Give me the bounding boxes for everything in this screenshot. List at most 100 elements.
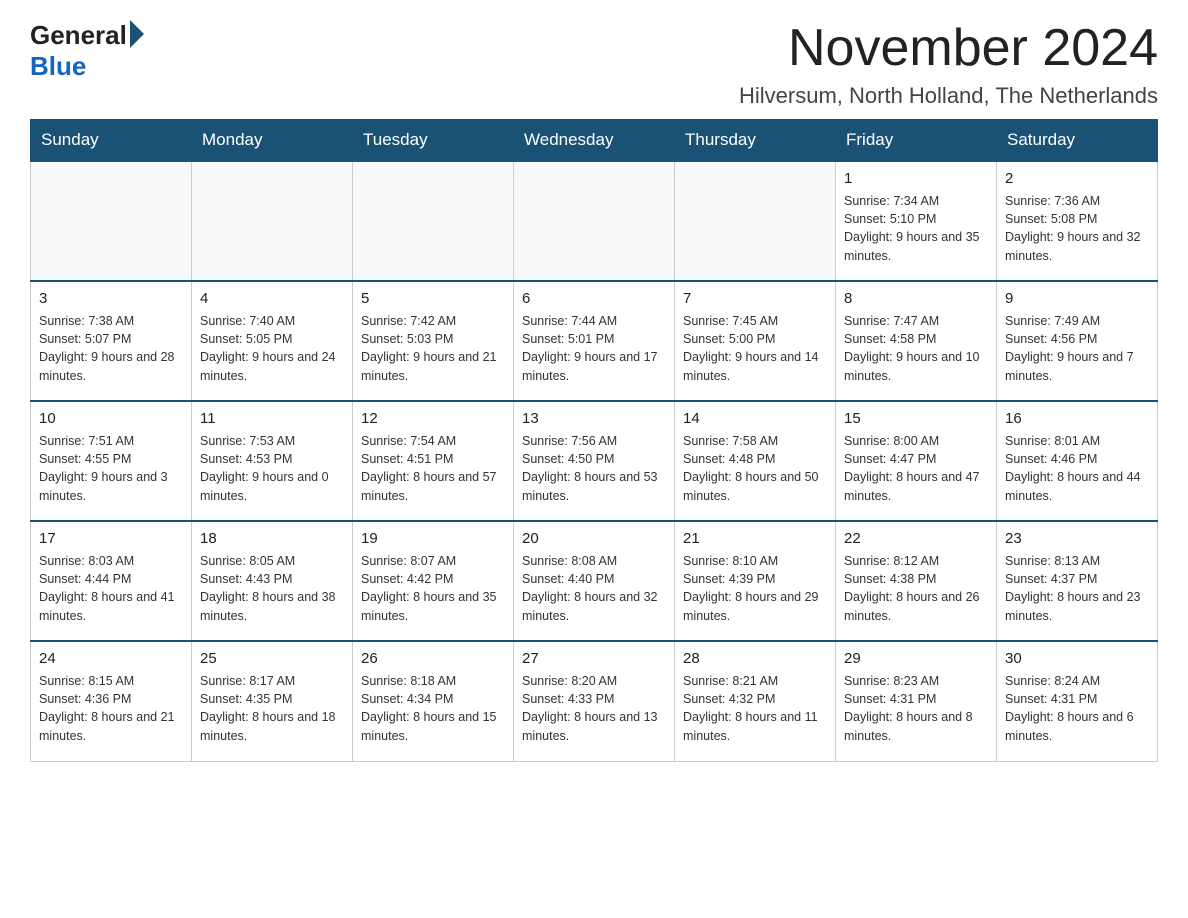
calendar-cell: 26 Sunrise: 8:18 AM Sunset: 4:34 PM Dayli… <box>353 641 514 761</box>
header: General Blue November 2024 Hilversum, No… <box>30 20 1158 109</box>
calendar-week-row: 17 Sunrise: 8:03 AM Sunset: 4:44 PM Dayli… <box>31 521 1158 641</box>
weekday-header-friday: Friday <box>836 120 997 162</box>
calendar-cell: 8 Sunrise: 7:47 AM Sunset: 4:58 PM Daylig… <box>836 281 997 401</box>
day-info: Sunrise: 8:08 AM Sunset: 4:40 PM Dayligh… <box>522 552 666 625</box>
day-number: 19 <box>361 528 505 549</box>
day-number: 9 <box>1005 288 1149 309</box>
calendar-cell: 7 Sunrise: 7:45 AM Sunset: 5:00 PM Daylig… <box>675 281 836 401</box>
calendar-cell: 24 Sunrise: 8:15 AM Sunset: 4:36 PM Dayli… <box>31 641 192 761</box>
day-info: Sunrise: 8:18 AM Sunset: 4:34 PM Dayligh… <box>361 672 505 745</box>
day-info: Sunrise: 8:05 AM Sunset: 4:43 PM Dayligh… <box>200 552 344 625</box>
day-info: Sunrise: 8:10 AM Sunset: 4:39 PM Dayligh… <box>683 552 827 625</box>
calendar-week-row: 3 Sunrise: 7:38 AM Sunset: 5:07 PM Daylig… <box>31 281 1158 401</box>
day-number: 14 <box>683 408 827 429</box>
day-number: 5 <box>361 288 505 309</box>
day-info: Sunrise: 7:38 AM Sunset: 5:07 PM Dayligh… <box>39 312 183 385</box>
title-area: November 2024 Hilversum, North Holland, … <box>739 20 1158 109</box>
day-number: 27 <box>522 648 666 669</box>
day-number: 24 <box>39 648 183 669</box>
weekday-header-sunday: Sunday <box>31 120 192 162</box>
calendar-cell: 9Sunrise: 7:49 AM Sunset: 4:56 PM Daylig… <box>997 281 1158 401</box>
calendar-cell: 28 Sunrise: 8:21 AM Sunset: 4:32 PM Dayli… <box>675 641 836 761</box>
day-number: 10 <box>39 408 183 429</box>
calendar-cell: 12Sunrise: 7:54 AM Sunset: 4:51 PM Dayli… <box>353 401 514 521</box>
day-number: 2 <box>1005 168 1149 189</box>
day-info: Sunrise: 8:24 AM Sunset: 4:31 PM Dayligh… <box>1005 672 1149 745</box>
day-number: 30 <box>1005 648 1149 669</box>
calendar-cell: 1Sunrise: 7:34 AM Sunset: 5:10 PM Daylig… <box>836 161 997 281</box>
calendar-cell: 23 Sunrise: 8:13 AM Sunset: 4:37 PM Dayli… <box>997 521 1158 641</box>
calendar-cell: 27 Sunrise: 8:20 AM Sunset: 4:33 PM Dayli… <box>514 641 675 761</box>
day-number: 17 <box>39 528 183 549</box>
calendar-cell: 17 Sunrise: 8:03 AM Sunset: 4:44 PM Dayli… <box>31 521 192 641</box>
calendar-cell: 18 Sunrise: 8:05 AM Sunset: 4:43 PM Dayli… <box>192 521 353 641</box>
day-number: 11 <box>200 408 344 429</box>
calendar-cell <box>675 161 836 281</box>
day-info: Sunrise: 8:12 AM Sunset: 4:38 PM Dayligh… <box>844 552 988 625</box>
calendar-cell: 6 Sunrise: 7:44 AM Sunset: 5:01 PM Daylig… <box>514 281 675 401</box>
weekday-header-row: SundayMondayTuesdayWednesdayThursdayFrid… <box>31 120 1158 162</box>
day-info: Sunrise: 8:01 AM Sunset: 4:46 PM Dayligh… <box>1005 432 1149 505</box>
day-number: 7 <box>683 288 827 309</box>
calendar-cell <box>353 161 514 281</box>
day-number: 23 <box>1005 528 1149 549</box>
day-info: Sunrise: 7:53 AM Sunset: 4:53 PM Dayligh… <box>200 432 344 505</box>
logo-area: General Blue <box>30 20 144 82</box>
calendar-cell: 22 Sunrise: 8:12 AM Sunset: 4:38 PM Dayli… <box>836 521 997 641</box>
logo-general-text: General <box>30 20 127 51</box>
day-number: 20 <box>522 528 666 549</box>
day-info: Sunrise: 8:17 AM Sunset: 4:35 PM Dayligh… <box>200 672 344 745</box>
day-number: 13 <box>522 408 666 429</box>
day-number: 25 <box>200 648 344 669</box>
day-number: 6 <box>522 288 666 309</box>
day-number: 28 <box>683 648 827 669</box>
calendar-cell: 11 Sunrise: 7:53 AM Sunset: 4:53 PM Dayli… <box>192 401 353 521</box>
day-info: Sunrise: 8:13 AM Sunset: 4:37 PM Dayligh… <box>1005 552 1149 625</box>
calendar-cell: 30 Sunrise: 8:24 AM Sunset: 4:31 PM Dayli… <box>997 641 1158 761</box>
day-info: Sunrise: 7:40 AM Sunset: 5:05 PM Dayligh… <box>200 312 344 385</box>
day-info: Sunrise: 7:45 AM Sunset: 5:00 PM Dayligh… <box>683 312 827 385</box>
day-info: Sunrise: 7:58 AM Sunset: 4:48 PM Dayligh… <box>683 432 827 505</box>
day-number: 16 <box>1005 408 1149 429</box>
day-info: Sunrise: 7:56 AM Sunset: 4:50 PM Dayligh… <box>522 432 666 505</box>
day-info: Sunrise: 8:00 AM Sunset: 4:47 PM Dayligh… <box>844 432 988 505</box>
calendar-cell <box>192 161 353 281</box>
calendar-cell: 16 Sunrise: 8:01 AM Sunset: 4:46 PM Dayli… <box>997 401 1158 521</box>
day-number: 26 <box>361 648 505 669</box>
calendar-cell: 3 Sunrise: 7:38 AM Sunset: 5:07 PM Daylig… <box>31 281 192 401</box>
calendar-cell: 25 Sunrise: 8:17 AM Sunset: 4:35 PM Dayli… <box>192 641 353 761</box>
day-number: 8 <box>844 288 988 309</box>
day-number: 18 <box>200 528 344 549</box>
weekday-header-saturday: Saturday <box>997 120 1158 162</box>
logo-blue-text: Blue <box>30 51 86 82</box>
weekday-header-wednesday: Wednesday <box>514 120 675 162</box>
logo-triangle-icon <box>130 20 144 48</box>
day-info: Sunrise: 7:44 AM Sunset: 5:01 PM Dayligh… <box>522 312 666 385</box>
calendar-cell: 4Sunrise: 7:40 AM Sunset: 5:05 PM Daylig… <box>192 281 353 401</box>
day-info: Sunrise: 7:51 AM Sunset: 4:55 PM Dayligh… <box>39 432 183 505</box>
day-info: Sunrise: 8:07 AM Sunset: 4:42 PM Dayligh… <box>361 552 505 625</box>
day-number: 15 <box>844 408 988 429</box>
calendar-week-row: 1Sunrise: 7:34 AM Sunset: 5:10 PM Daylig… <box>31 161 1158 281</box>
weekday-header-monday: Monday <box>192 120 353 162</box>
day-number: 1 <box>844 168 988 189</box>
day-info: Sunrise: 8:21 AM Sunset: 4:32 PM Dayligh… <box>683 672 827 745</box>
logo: General <box>30 20 144 51</box>
calendar-cell <box>31 161 192 281</box>
day-number: 3 <box>39 288 183 309</box>
day-number: 12 <box>361 408 505 429</box>
calendar-cell: 5 Sunrise: 7:42 AM Sunset: 5:03 PM Daylig… <box>353 281 514 401</box>
day-number: 22 <box>844 528 988 549</box>
day-number: 21 <box>683 528 827 549</box>
day-info: Sunrise: 8:20 AM Sunset: 4:33 PM Dayligh… <box>522 672 666 745</box>
day-info: Sunrise: 8:15 AM Sunset: 4:36 PM Dayligh… <box>39 672 183 745</box>
day-info: Sunrise: 8:03 AM Sunset: 4:44 PM Dayligh… <box>39 552 183 625</box>
weekday-header-thursday: Thursday <box>675 120 836 162</box>
calendar-cell: 19 Sunrise: 8:07 AM Sunset: 4:42 PM Dayli… <box>353 521 514 641</box>
calendar-cell: 21 Sunrise: 8:10 AM Sunset: 4:39 PM Dayli… <box>675 521 836 641</box>
day-info: Sunrise: 7:47 AM Sunset: 4:58 PM Dayligh… <box>844 312 988 385</box>
location-title: Hilversum, North Holland, The Netherland… <box>739 83 1158 109</box>
calendar-cell: 10 Sunrise: 7:51 AM Sunset: 4:55 PM Dayli… <box>31 401 192 521</box>
day-info: Sunrise: 8:23 AM Sunset: 4:31 PM Dayligh… <box>844 672 988 745</box>
day-info: Sunrise: 7:42 AM Sunset: 5:03 PM Dayligh… <box>361 312 505 385</box>
